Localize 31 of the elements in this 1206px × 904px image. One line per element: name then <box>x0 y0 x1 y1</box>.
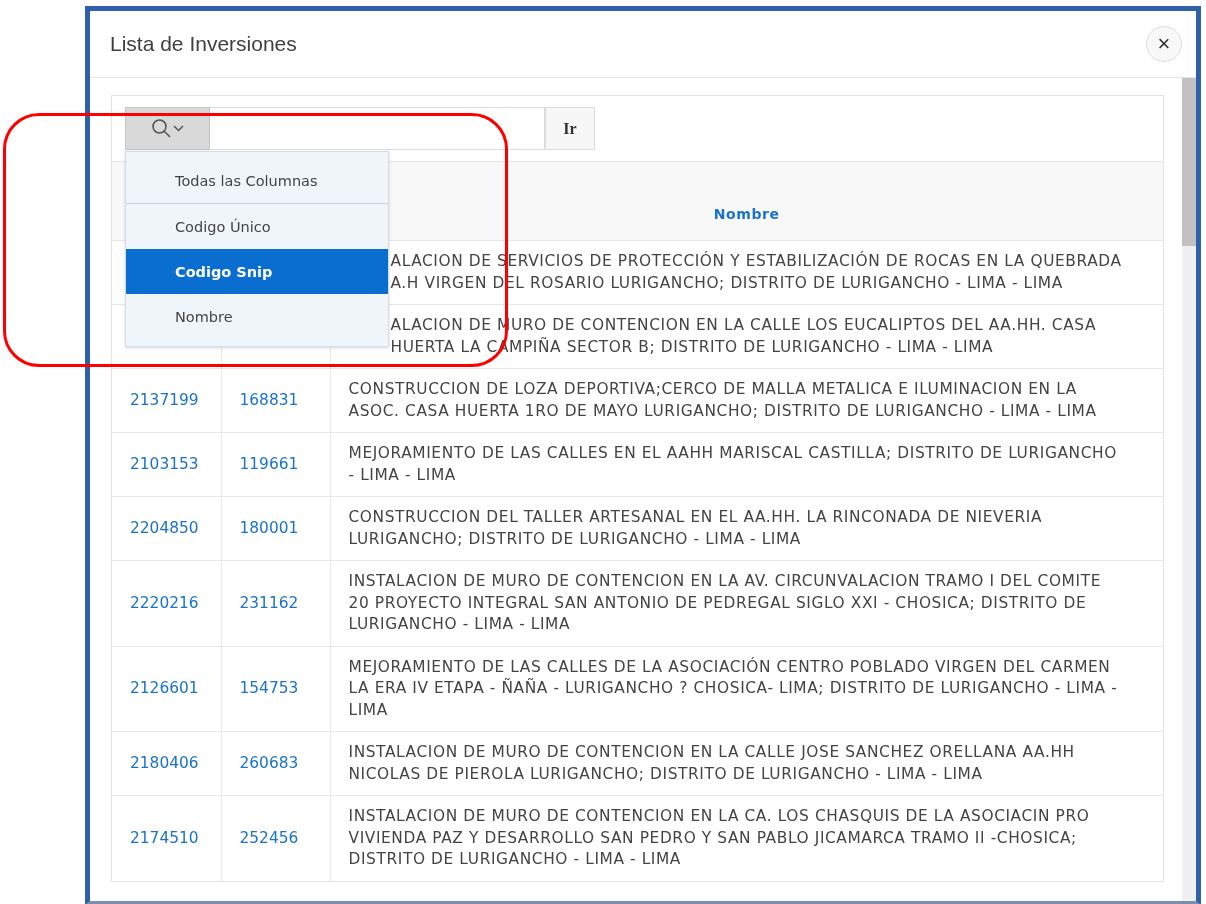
table-cell[interactable]: 260683 <box>239 753 299 772</box>
table-cell: INSTALACION DE MURO DE CONTENCION EN LA CALLE JOSE SANCHEZ ORELLANA AA.HH NICOLAS DE PIEROLA LURIGANCHO; DISTRITO DE LURIGANCHO - LIMA - LIMA <box>348 743 1075 783</box>
table-cell[interactable]: 231162 <box>239 593 299 612</box>
table-cell[interactable]: 180001 <box>239 518 299 537</box>
table-cell[interactable]: 2126601 <box>130 679 199 697</box>
scrollbar[interactable] <box>1182 78 1196 901</box>
table-cell: MEJORAMIENTO DE LAS CALLES DE LA ASOCIACIÓN CENTRO POBLADO VIRGEN DEL CARMEN LA ERA IV ETAPA - ÑAÑA - LURIGANCHO ? CHOSICA- LIMA; DISTRITO DE LURIGANCHO - LIMA - LIMA <box>348 657 1118 719</box>
table-cell[interactable]: 2103153 <box>130 454 199 473</box>
table-cell[interactable]: 2137199 <box>130 390 199 409</box>
table-cell[interactable]: 2180406 <box>130 753 199 772</box>
table-cell: INSTALACION DE MURO DE CONTENCION EN LA AV. CIRCUNVALACION TRAMO I DEL COMITE 20 PROYECTO INTEGRAL SAN ANTONIO DE PEDREGAL SIGLO XXI - CHOSICA; DISTRITO DE LURIGANCHO - LIMA - LIMA <box>348 572 1101 633</box>
menu-item[interactable]: Todas las Columnas <box>126 159 388 204</box>
table-cell[interactable]: 2220216 <box>130 593 199 612</box>
close-button[interactable]: × <box>1146 26 1182 62</box>
table-cell[interactable]: 2174510 <box>130 828 199 847</box>
table-cell: MEJORAMIENTO DE LAS CALLES EN EL AAHH MARISCAL CASTILLA; DISTRITO DE LURIGANCHO - LIMA - LIMA <box>348 444 1117 484</box>
table-cell: CONSTRUCCION DEL TALLER ARTESANAL EN EL AA.HH. LA RINCONADA DE NIEVERIA LURIGANCHO; DISTRITO DE LURIGANCHO - LIMA - LIMA <box>348 508 1043 548</box>
table-cell[interactable]: 154753 <box>239 679 299 697</box>
table-cell: CONSTRUCCION DE LOZA DEPORTIVA;CERCO DE MALLA METALICA E ILUMINACION EN LA ASOC. CASA HUERTA 1RO DE MAYO LURIGANCHO; DISTRITO DE LURIGANCHO - LIMA - LIMA <box>348 380 1097 420</box>
search-icon <box>150 117 185 140</box>
search-field[interactable] <box>210 107 545 150</box>
search-column-button[interactable] <box>125 107 210 150</box>
table-cell[interactable]: 168831 <box>239 390 299 409</box>
table-cell: INSTALACION DE MURO DE CONTENCION EN LA CA. LOS CHASQUIS DE LA ASOCIACIN PRO VIVIENDA PAZ Y DESARROLLO SAN PEDRO Y SAN PABLO JICAMARCA TRAMO II -CHOSICA; DISTRITO DE LURIGANCHO - LIMA - LIMA <box>348 807 1090 868</box>
go-button[interactable]: Ir <box>545 107 595 150</box>
table-cell[interactable]: 119661 <box>239 454 299 473</box>
dialog-title: Lista de Inversiones <box>110 32 297 56</box>
menu-item[interactable]: Codigo Snip <box>126 249 388 294</box>
menu-item[interactable]: Nombre <box>126 294 388 339</box>
table-cell[interactable]: 2204850 <box>130 518 199 537</box>
table-cell[interactable]: 252456 <box>239 828 299 847</box>
